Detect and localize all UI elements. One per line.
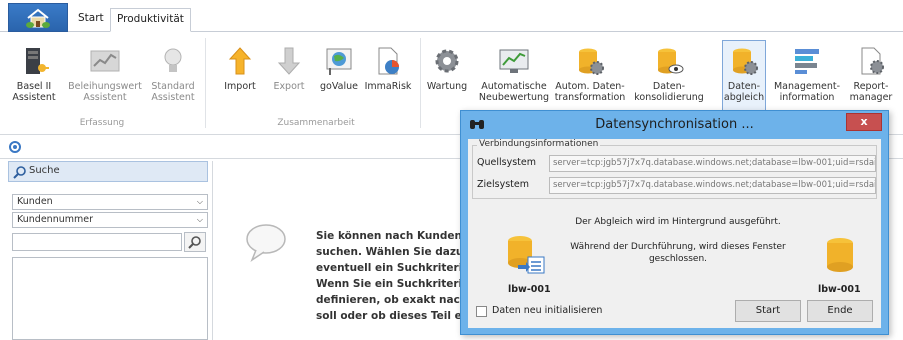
immarisk-label: ImmaRisk — [364, 81, 412, 92]
autom-datentransformation-label: Autom. Daten- transformation — [554, 81, 626, 103]
autom-datentransformation-button[interactable]: Autom. Daten- transformation — [552, 46, 628, 116]
help-line: suchen. Wählen Sie dazu — [316, 246, 464, 258]
immarisk-button[interactable]: ImmaRisk — [364, 46, 412, 116]
export-button[interactable]: Export — [270, 46, 308, 116]
wartung-button[interactable]: Wartung — [426, 46, 468, 116]
export-label: Export — [273, 81, 305, 92]
search-field-select[interactable]: Kundennummer ⌵ — [12, 212, 208, 228]
search-header-label: Suche — [29, 165, 60, 176]
reinitialize-checkbox[interactable] — [476, 306, 487, 317]
chevron-down-icon: ⌵ — [196, 215, 203, 224]
background-info-text: Der Abgleich wird im Hintergrund ausgefü… — [575, 217, 781, 227]
lightbulb-icon — [157, 46, 189, 76]
start-button[interactable]: Start — [735, 300, 801, 322]
standard-assistent-label: Standard Assistent — [151, 81, 195, 103]
managementinformation-label: Management- information — [773, 81, 840, 103]
help-line: Wenn Sie ein Suchkriteriu — [316, 278, 470, 290]
help-line: definieren, ob exakt nach — [316, 294, 468, 306]
managementinformation-button[interactable]: Management- information — [772, 46, 842, 116]
window-close-info-text: Während der Durchführung, wird dieses Fe… — [570, 242, 786, 264]
target-system-label: Zielsystem — [477, 179, 529, 190]
report-gear-icon — [855, 46, 887, 76]
database-icon — [827, 238, 853, 272]
datenkonsolidierung-label: Daten- konsolidierung — [634, 81, 704, 103]
govalue-button[interactable]: goValue — [316, 46, 362, 116]
house-icon — [26, 8, 50, 28]
search-icon — [188, 236, 201, 249]
datenabgleich-label: Daten- abgleich — [723, 81, 765, 103]
help-line: eventuell ein Suchkriteriu — [316, 262, 470, 274]
automatische-neubewertung-button[interactable]: Automatische Neubewertung — [478, 46, 550, 116]
standard-assistent-button[interactable]: Standard Assistent — [148, 46, 198, 116]
search-category-value: Kunden — [17, 196, 53, 207]
database-sync-icon — [728, 46, 760, 76]
group-label-zusammenarbeit: Zusammenarbeit — [277, 118, 355, 128]
server-key-icon — [18, 46, 50, 76]
tab-start[interactable]: Start — [72, 8, 110, 32]
beleihungswert-assistent-label: Beleihungswert Assistent — [68, 81, 142, 103]
source-system-label: Quellsystem — [477, 157, 536, 168]
beleihungswert-assistent-button[interactable]: Beleihungswert Assistent — [68, 46, 142, 116]
arrow-down-icon — [273, 46, 305, 76]
sync-dialog: Datensynchronisation ... x Verbindungsin… — [460, 110, 889, 335]
refresh-icon[interactable] — [8, 140, 22, 154]
basel-ii-assistent-button[interactable]: Basel II Assistent — [6, 46, 62, 116]
search-field-value: Kundennummer — [17, 214, 93, 225]
chart-monitor-icon — [498, 46, 530, 76]
dialog-title-bar[interactable]: Datensynchronisation ... x — [461, 111, 888, 139]
import-label: Import — [224, 81, 256, 92]
end-button[interactable]: Ende — [807, 300, 873, 322]
reportmanager-button[interactable]: Report- manager — [846, 46, 896, 116]
application-menu-button[interactable] — [8, 3, 68, 32]
basel-ii-assistent-label: Basel II Assistent — [12, 81, 56, 103]
database-transfer-icon — [508, 236, 545, 274]
help-line: soll oder ob dieses Teil ei — [316, 310, 466, 322]
automatische-neubewertung-label: Automatische Neubewertung — [478, 81, 550, 103]
search-panel: Suche Kunden ⌵ Kundennummer ⌵ — [8, 161, 208, 340]
database-eye-icon — [653, 46, 685, 76]
search-results-list[interactable] — [12, 257, 208, 340]
database-gear-icon — [574, 46, 606, 76]
dialog-body: Verbindungsinformationen Quellsystem ser… — [468, 139, 881, 328]
dialog-title: Datensynchronisation ... — [595, 117, 754, 132]
import-button[interactable]: Import — [222, 46, 258, 116]
datenkonsolidierung-button[interactable]: Daten- konsolidierung — [632, 46, 706, 116]
group-label-erfassung: Erfassung — [79, 118, 125, 128]
search-icon — [13, 166, 26, 179]
globe-flag-icon — [323, 46, 355, 76]
wartung-label: Wartung — [426, 81, 468, 92]
search-help-text: Sie können nach Kunden, suchen. Wählen S… — [316, 228, 476, 324]
govalue-label: goValue — [320, 81, 358, 92]
group-separator — [420, 38, 421, 128]
source-db-label: lbw-001 — [508, 284, 551, 295]
help-line: Sie können nach Kunden, — [316, 230, 466, 242]
search-category-select[interactable]: Kunden ⌵ — [12, 194, 208, 210]
ribbon-tab-bar: Start Produktivität — [0, 0, 903, 32]
source-system-field[interactable]: server=tcp:jgb57j7x7q.database.windows.n… — [549, 155, 876, 172]
connection-info-group: Verbindungsinformationen Quellsystem ser… — [472, 139, 877, 199]
reinitialize-label[interactable]: Daten neu initialisieren — [492, 305, 602, 316]
target-system-field[interactable]: server=tcp:jgb57j7x7q.database.windows.n… — [549, 177, 876, 194]
speech-bubble-icon — [246, 224, 286, 262]
target-db-label: lbw-001 — [818, 284, 861, 295]
connection-info-legend: Verbindungsinformationen — [477, 139, 601, 149]
search-header[interactable]: Suche — [8, 161, 208, 182]
gear-icon — [431, 46, 463, 76]
chart-window-icon — [89, 46, 121, 76]
datenabgleich-button[interactable]: Daten- abgleich — [722, 40, 766, 116]
tab-produktivitaet[interactable]: Produktivität — [110, 8, 191, 32]
arrow-up-icon — [224, 46, 256, 76]
group-separator — [205, 38, 206, 128]
document-chart-icon — [372, 46, 404, 76]
search-input[interactable] — [12, 233, 182, 251]
chevron-down-icon: ⌵ — [196, 197, 203, 206]
reportmanager-label: Report- manager — [849, 81, 893, 103]
close-button[interactable]: x — [846, 113, 882, 131]
search-button[interactable] — [184, 232, 206, 252]
management-chart-icon — [791, 46, 823, 76]
